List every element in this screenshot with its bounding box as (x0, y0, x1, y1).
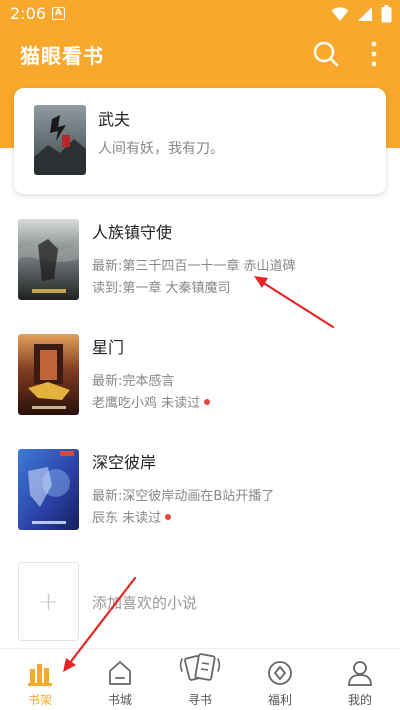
profile-icon (348, 661, 372, 686)
search-icon[interactable] (312, 40, 340, 68)
wifi-icon (331, 7, 349, 21)
book-title: 星门 (92, 338, 125, 357)
book-list-item[interactable]: 人族镇守使 最新:第三千四百一十一章 赤山道碑 读到:第一章 大秦镇魔司 (0, 219, 400, 319)
welfare-icon (268, 661, 292, 685)
status-bar: 2:06 A (0, 0, 400, 28)
book-read-status: 老鹰吃小鸡 未读过 (92, 396, 201, 411)
featured-book-description: 人间有妖，我有刀。 (98, 141, 224, 157)
unread-dot (165, 514, 172, 520)
nav-profile[interactable]: 我的 (320, 649, 400, 710)
nav-label: 福利 (267, 693, 292, 707)
nav-bookshelf[interactable]: 书架 (0, 649, 80, 710)
book-title: 人族镇守使 (92, 223, 173, 242)
book-cover (18, 449, 79, 530)
unread-dot (204, 399, 211, 405)
bottom-nav: 书架 书城 寻书 福利 我的 (0, 648, 400, 710)
app-title: 猫眼看书 (20, 44, 104, 68)
nav-label: 书架 (27, 693, 52, 707)
book-latest-chapter: 最新:深空彼岸动画在B站开播了 (92, 489, 275, 504)
nav-bookstore[interactable]: 书城 (80, 649, 160, 710)
bookshelf-icon (28, 664, 52, 686)
nav-find-book[interactable]: 寻书 (160, 649, 240, 710)
find-book-icon (179, 653, 221, 681)
battery-icon (381, 5, 392, 23)
signal-icon (358, 7, 372, 21)
nav-welfare[interactable]: 福利 (240, 649, 320, 710)
book-latest-chapter: 最新:完本感言 (92, 374, 175, 389)
featured-book-cover (34, 105, 86, 175)
add-novel-item[interactable]: + 添加喜欢的小说 (0, 562, 400, 642)
book-list-item[interactable]: 深空彼岸 最新:深空彼岸动画在B站开播了 辰东 未读过 (0, 449, 400, 549)
plus-icon: + (37, 587, 60, 617)
book-latest-chapter: 最新:第三千四百一十一章 赤山道碑 (92, 259, 296, 274)
add-novel-label: 添加喜欢的小说 (92, 594, 198, 612)
book-read-progress: 辰东 未读过 (92, 507, 172, 526)
status-time: 2:06 (10, 4, 46, 23)
book-read-progress: 读到:第一章 大秦镇魔司 (92, 281, 231, 296)
nav-label: 我的 (347, 693, 372, 707)
more-options-icon[interactable] (362, 40, 386, 68)
notification-a-icon: A (52, 7, 65, 20)
book-read-progress: 老鹰吃小鸡 未读过 (92, 392, 211, 411)
nav-label: 书城 (107, 693, 132, 707)
nav-label: 寻书 (187, 693, 212, 707)
book-cover (18, 219, 79, 300)
book-read-status: 辰东 未读过 (92, 511, 162, 526)
featured-book-title: 武夫 (98, 110, 131, 129)
status-icons (331, 5, 392, 23)
book-title: 深空彼岸 (92, 453, 157, 472)
bookstore-icon (109, 661, 131, 685)
featured-book-card[interactable]: 武夫 人间有妖，我有刀。 (14, 88, 386, 194)
book-cover (18, 334, 79, 415)
book-list-item[interactable]: 星门 最新:完本感言 老鹰吃小鸡 未读过 (0, 334, 400, 434)
app-header: 猫眼看书 (0, 28, 400, 80)
add-novel-box[interactable]: + (18, 562, 79, 641)
